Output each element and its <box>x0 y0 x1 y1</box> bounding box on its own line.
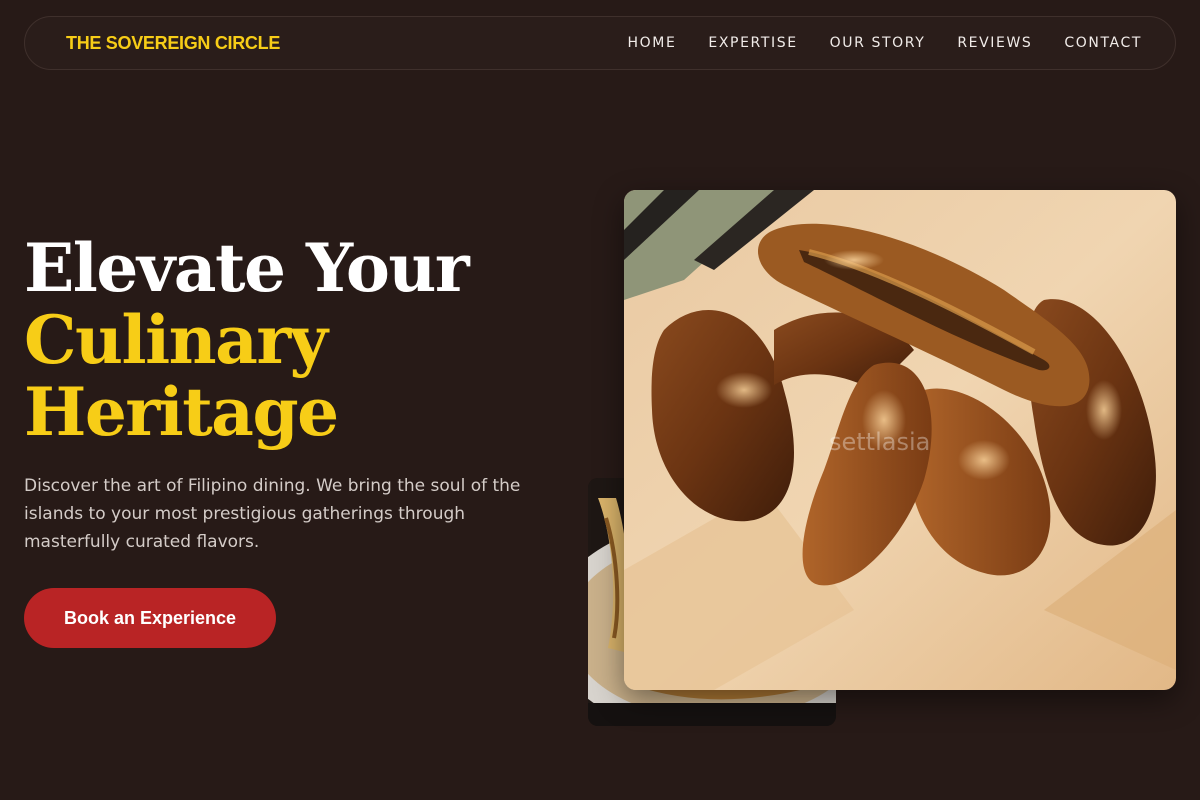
nav-link-reviews[interactable]: REVIEWS <box>957 35 1032 51</box>
book-experience-button[interactable]: Book an Experience <box>24 588 276 648</box>
nav-link-home[interactable]: HOME <box>628 35 677 51</box>
nav-links: HOME EXPERTISE OUR STORY REVIEWS CONTACT <box>628 35 1142 51</box>
hero-title-line-3: Heritage <box>24 373 339 451</box>
nav-link-expertise[interactable]: EXPERTISE <box>708 35 797 51</box>
image-watermark: settlasia <box>829 428 931 456</box>
main-food-image: settlasia <box>624 190 1176 690</box>
hero-description: Discover the art of Filipino dining. We … <box>24 476 521 552</box>
nav-link-our-story[interactable]: OUR STORY <box>830 35 926 51</box>
page: THE SOVEREIGN CIRCLE HOME EXPERTISE OUR … <box>0 0 1200 800</box>
brand-logo[interactable]: THE SOVEREIGN CIRCLE <box>66 33 280 54</box>
hero-title-line-2: Culinary <box>24 301 328 379</box>
navbar: THE SOVEREIGN CIRCLE HOME EXPERTISE OUR … <box>24 16 1176 70</box>
hero-title-line-1: Elevate Your <box>24 229 470 307</box>
nav-link-contact[interactable]: CONTACT <box>1064 35 1142 51</box>
hero-title: Elevate Your Culinary Heritage <box>24 229 470 451</box>
